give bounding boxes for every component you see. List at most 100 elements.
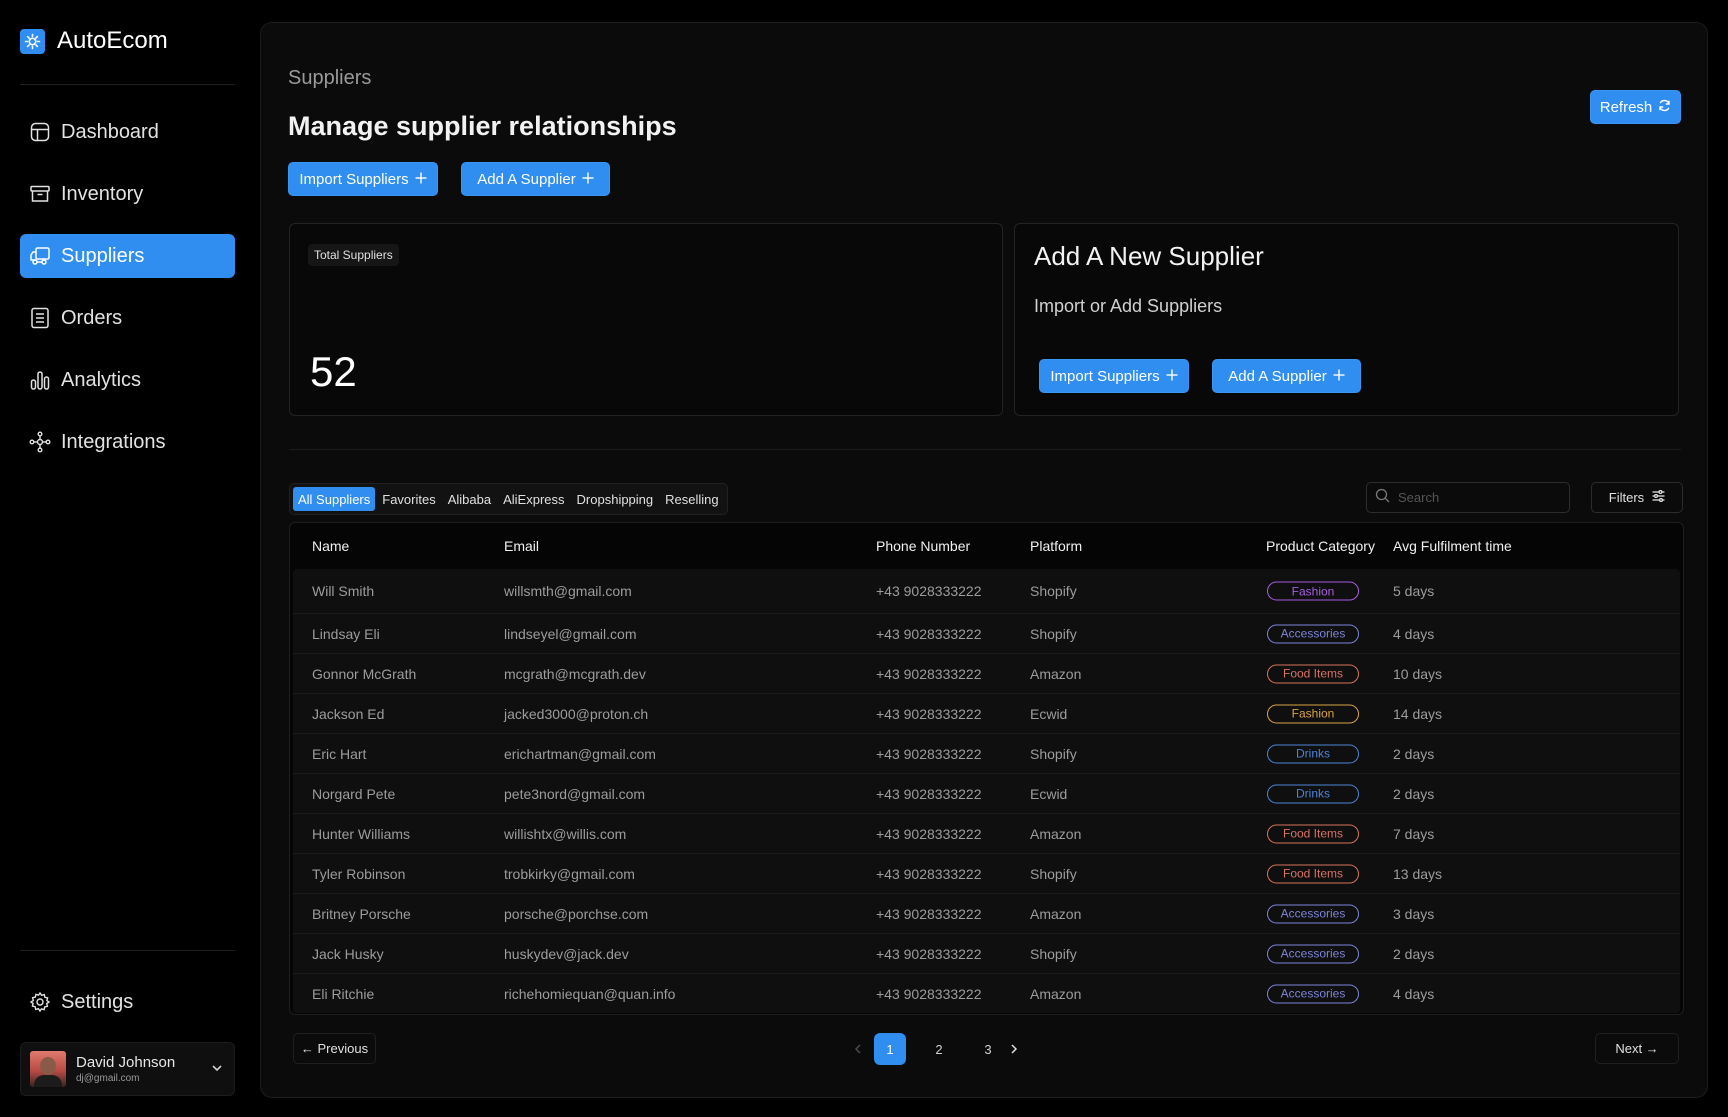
column-header-email[interactable]: Email	[504, 538, 539, 554]
plus-icon	[582, 171, 594, 188]
sidebar-item-settings[interactable]: Settings	[20, 980, 235, 1024]
table-row[interactable]: Jack Husky huskydev@jack.dev +43 902833322…	[293, 933, 1680, 973]
refresh-icon	[1658, 99, 1671, 116]
card-import-suppliers-button[interactable]: Import Suppliers	[1039, 359, 1189, 393]
cell-phone: +43 9028333222	[876, 705, 982, 722]
plus-icon	[415, 171, 427, 188]
cell-name: Lindsay Eli	[312, 625, 380, 642]
supplier-tabs: All Suppliers Favorites Alibaba AliExpre…	[289, 483, 728, 515]
chevron-right-icon[interactable]	[1008, 1042, 1020, 1060]
chevron-down-icon[interactable]	[210, 1061, 224, 1080]
tab-aliexpress[interactable]: AliExpress	[498, 487, 569, 511]
cell-platform: Amazon	[1030, 665, 1082, 682]
gear-icon	[29, 991, 51, 1013]
brand[interactable]: AutoEcom	[20, 27, 168, 54]
cell-name: Jackson Ed	[312, 705, 385, 722]
cell-platform: Shopify	[1030, 583, 1077, 599]
cell-name: Eric Hart	[312, 745, 367, 762]
table-row[interactable]: Eric Hart erichartman@gmail.com +43 902833…	[293, 733, 1680, 773]
next-page-button[interactable]: Next →	[1595, 1033, 1679, 1064]
cell-email: trobkirky@gmail.com	[504, 865, 635, 882]
sidebar-divider	[20, 84, 235, 85]
cell-platform: Amazon	[1030, 985, 1082, 1002]
cell-fulfilment: 5 days	[1393, 583, 1435, 599]
tab-favorites[interactable]: Favorites	[377, 487, 440, 511]
bar-chart-icon	[29, 369, 51, 391]
cell-name: Jack Husky	[312, 945, 384, 962]
column-header-platform[interactable]: Platform	[1030, 538, 1082, 554]
page-1-button[interactable]: 1	[874, 1033, 906, 1065]
tab-alibaba[interactable]: Alibaba	[443, 487, 496, 511]
table-row[interactable]: Will Smith willsmth@gmail.com +43 90283332…	[293, 569, 1680, 613]
table-row[interactable]: Britney Porsche porsche@porchse.com +43 90…	[293, 893, 1680, 933]
cell-email: willishtx@willis.com	[504, 825, 627, 842]
refresh-button[interactable]: Refresh	[1590, 90, 1681, 124]
cell-email: lindseyel@gmail.com	[504, 625, 637, 642]
sidebar-item-inventory[interactable]: Inventory	[20, 172, 235, 216]
table-row[interactable]: Lindsay Eli lindseyel@gmail.com +43 902833…	[293, 613, 1680, 653]
cell-platform: Ecwid	[1030, 705, 1068, 722]
tab-all-suppliers[interactable]: All Suppliers	[293, 487, 376, 511]
document-list-icon	[29, 307, 51, 329]
table-row[interactable]: Hunter Williams willishtx@willis.com +43 9…	[293, 813, 1680, 853]
breadcrumb: Suppliers	[288, 67, 372, 89]
cell-name: Britney Porsche	[312, 905, 411, 922]
cell-fulfilment: 2 days	[1393, 785, 1435, 802]
table-row[interactable]: Tyler Robinson trobkirky@gmail.com +43 902…	[293, 853, 1680, 893]
sidebar-item-label: Analytics	[61, 368, 142, 391]
section-divider	[289, 449, 1681, 450]
cell-phone: +43 9028333222	[876, 985, 982, 1002]
category-badge: Fashion	[1267, 581, 1359, 601]
category-badge: Accessories	[1267, 984, 1359, 1003]
page-2-button[interactable]: 2	[923, 1033, 955, 1065]
column-header-fulfilment[interactable]: Avg Fulfilment time	[1393, 538, 1512, 554]
card-add-supplier-button[interactable]: Add A Supplier	[1212, 359, 1361, 393]
column-header-category[interactable]: Product Category	[1266, 538, 1375, 554]
cell-name: Norgard Pete	[312, 785, 396, 802]
cell-email: erichartman@gmail.com	[504, 745, 656, 762]
app-name: AutoEcom	[57, 27, 168, 54]
category-badge: Accessories	[1267, 944, 1359, 963]
user-profile-card[interactable]: David Johnson dj@gmail.com	[20, 1042, 235, 1096]
add-card-title: Add A New Supplier	[1034, 241, 1264, 271]
add-card-subtitle: Import or Add Suppliers	[1034, 296, 1223, 316]
sidebar-nav: Dashboard Inventory Suppliers Orders Ana…	[20, 110, 235, 482]
cell-email: huskydev@jack.dev	[504, 945, 629, 962]
sidebar-item-suppliers[interactable]: Suppliers	[20, 234, 235, 278]
cell-email: richehomiequan@quan.info	[504, 985, 676, 1002]
previous-page-button[interactable]: ← Previous	[293, 1033, 376, 1064]
table-row[interactable]: Eli Ritchie richehomiequan@quan.info +43 9…	[293, 973, 1680, 1013]
cell-platform: Ecwid	[1030, 785, 1068, 802]
tab-dropshipping[interactable]: Dropshipping	[572, 487, 659, 511]
page-title: Manage supplier relationships	[288, 111, 677, 141]
cell-fulfilment: 4 days	[1393, 985, 1435, 1002]
sidebar-item-dashboard[interactable]: Dashboard	[20, 110, 235, 154]
tab-reselling[interactable]: Reselling	[660, 487, 723, 511]
cell-fulfilment: 4 days	[1393, 625, 1435, 642]
column-header-name[interactable]: Name	[312, 538, 349, 554]
add-supplier-button[interactable]: Add A Supplier	[461, 162, 610, 196]
table-row[interactable]: Gonnor McGrath mcgrath@mcgrath.dev +43 902…	[293, 653, 1680, 693]
import-suppliers-button[interactable]: Import Suppliers	[288, 162, 438, 196]
table-row[interactable]: Norgard Pete pete3nord@gmail.com +43 90283…	[293, 773, 1680, 813]
filters-button[interactable]: Filters	[1591, 482, 1683, 513]
search-input[interactable]	[1398, 490, 1558, 505]
cell-phone: +43 9028333222	[876, 625, 982, 642]
table-row[interactable]: Jackson Ed jacked3000@proton.ch +43 902833…	[293, 693, 1680, 733]
column-header-phone[interactable]: Phone Number	[876, 538, 970, 554]
sidebar-item-orders[interactable]: Orders	[20, 296, 235, 340]
cell-email: jacked3000@proton.ch	[504, 705, 649, 722]
app-logo-icon	[20, 28, 45, 54]
sidebar-item-integrations[interactable]: Integrations	[20, 420, 235, 464]
cell-email: porsche@porchse.com	[504, 905, 649, 922]
category-badge: Drinks	[1267, 744, 1359, 763]
sidebar-item-analytics[interactable]: Analytics	[20, 358, 235, 402]
table-body: Will Smith willsmth@gmail.com +43 90283332…	[293, 569, 1680, 1013]
cell-phone: +43 9028333222	[876, 865, 982, 882]
chevron-left-icon[interactable]	[852, 1042, 864, 1060]
cell-phone: +43 9028333222	[876, 583, 982, 599]
cell-fulfilment: 2 days	[1393, 745, 1435, 762]
page-3-button[interactable]: 3	[972, 1033, 1004, 1065]
category-badge: Food Items	[1267, 824, 1359, 843]
sliders-icon	[1652, 489, 1665, 505]
